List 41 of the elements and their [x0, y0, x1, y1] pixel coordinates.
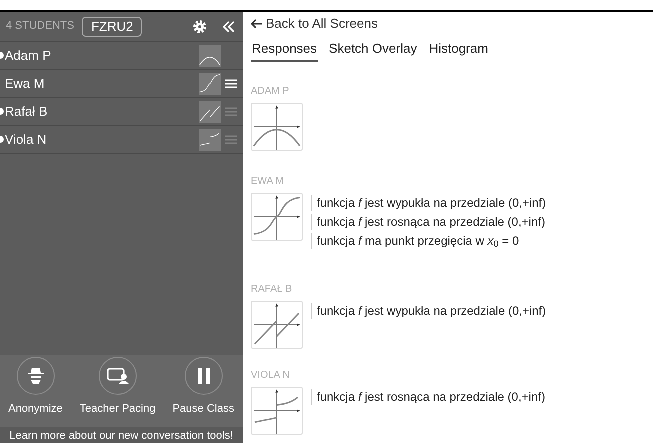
pause-icon	[198, 368, 210, 384]
student-row[interactable]: Rafał B	[0, 98, 243, 126]
student-row[interactable]: Viola N	[0, 126, 243, 154]
sketch-thumbnail[interactable]	[251, 103, 303, 151]
student-label: RAFAŁ B	[251, 283, 294, 297]
statement-text: funkcja f jest rosnąca na przedziale (0,+inf)	[311, 214, 546, 230]
statement-text: funkcja f ma punkt przegięcia w x$_{0}$ = 0	[311, 233, 546, 249]
sketch-thumbnail[interactable]	[251, 193, 303, 241]
settings-icon[interactable]	[193, 20, 207, 34]
sketch-thumbnail[interactable]	[251, 301, 303, 349]
statement-text: funkcja f jest rosnąca na przedziale (0,+inf)	[311, 389, 546, 405]
sketch-thumbnail[interactable]	[199, 72, 221, 94]
sketch-thumbnail[interactable]	[199, 44, 221, 66]
footer-link[interactable]: Learn more about our new conversation tools!	[10, 427, 234, 443]
student-row[interactable]: Adam P	[0, 42, 243, 70]
student-count: 4 STUDENTS	[6, 19, 74, 34]
tab[interactable]: Responses	[251, 38, 318, 62]
sketch-thumbnail[interactable]	[199, 128, 221, 150]
student-name: Adam P	[5, 46, 52, 65]
back-link[interactable]: Back to All Screens	[251, 14, 653, 34]
student-label: VIOLA N	[251, 369, 291, 383]
screen-person-icon	[106, 368, 129, 384]
student-name: Rafał B	[5, 102, 48, 121]
tab[interactable]: Histogram	[428, 38, 490, 62]
control-button[interactable]: Pause Class	[172, 357, 234, 418]
student-name: Viola N	[5, 130, 47, 149]
sketch-thumbnail[interactable]	[199, 100, 221, 122]
student-row[interactable]: Ewa M	[0, 70, 243, 98]
student-label: EWA M	[251, 175, 285, 189]
spy-icon	[28, 367, 44, 385]
arrow-left-icon	[251, 18, 262, 29]
collapse-icon[interactable]	[223, 20, 235, 32]
control-button[interactable]: Anonymize	[8, 357, 63, 418]
sketch-thumbnail[interactable]	[251, 387, 303, 435]
student-label: ADAM P	[251, 85, 290, 99]
student-name: Ewa M	[5, 74, 45, 93]
class-code: FZRU2	[82, 16, 142, 36]
control-button[interactable]: Teacher Pacing	[80, 357, 156, 418]
tab[interactable]: Sketch Overlay	[328, 38, 418, 62]
statement-text: funkcja f jest wypukła na przedziale (0,+inf)	[311, 195, 546, 211]
statement-text: funkcja f jest wypukła na przedziale (0,+inf)	[311, 303, 546, 319]
